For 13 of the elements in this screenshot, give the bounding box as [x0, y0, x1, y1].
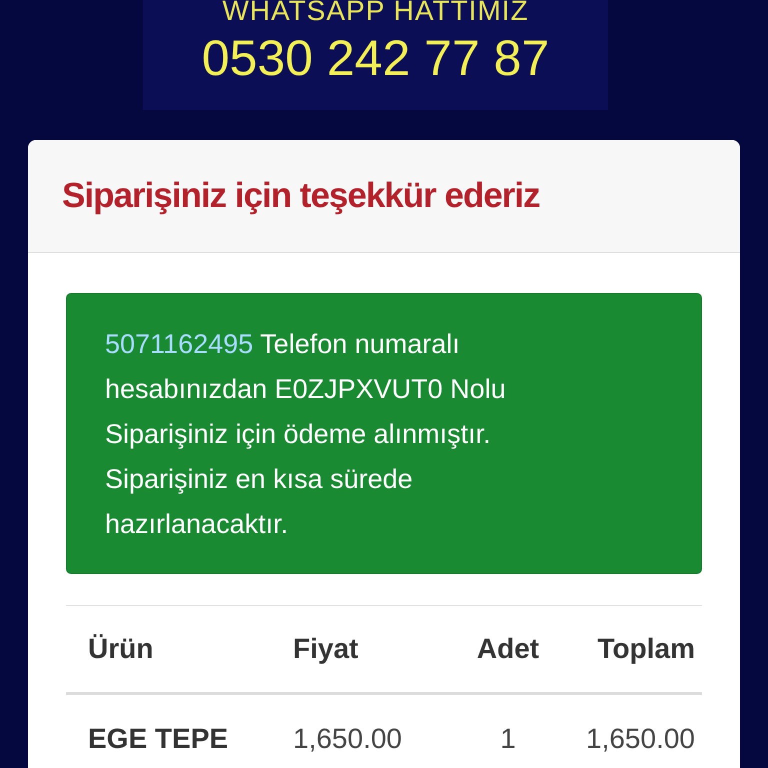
column-header: Toplam — [596, 633, 695, 665]
column-header: Adet — [476, 633, 540, 665]
phone-link[interactable]: 5071162495 — [105, 329, 254, 359]
alert-message: 5071162495 Telefon numaralı hesabınızdan E0ZJPXVUT0 Nolu Siparişiniz için ödeme alınmıştır. Siparişiniz en kısa sürede hazırlanacaktır. — [105, 328, 507, 541]
banner-title: WHATSAPP HATTIMIZ — [222, 0, 529, 24]
table-cell: 1 — [500, 723, 516, 754]
product-name: EGE TEPE — [88, 723, 228, 754]
card-title: Siparişiniz için teşekkür ederiz — [62, 176, 540, 216]
table-cell: 1,650.00 — [293, 723, 402, 754]
table-cell: 1,650.00 — [586, 723, 695, 754]
column-header: Ürün — [88, 633, 154, 665]
column-header: Fiyat — [293, 633, 360, 665]
banner-phone: 0530 242 77 87 — [202, 29, 550, 88]
